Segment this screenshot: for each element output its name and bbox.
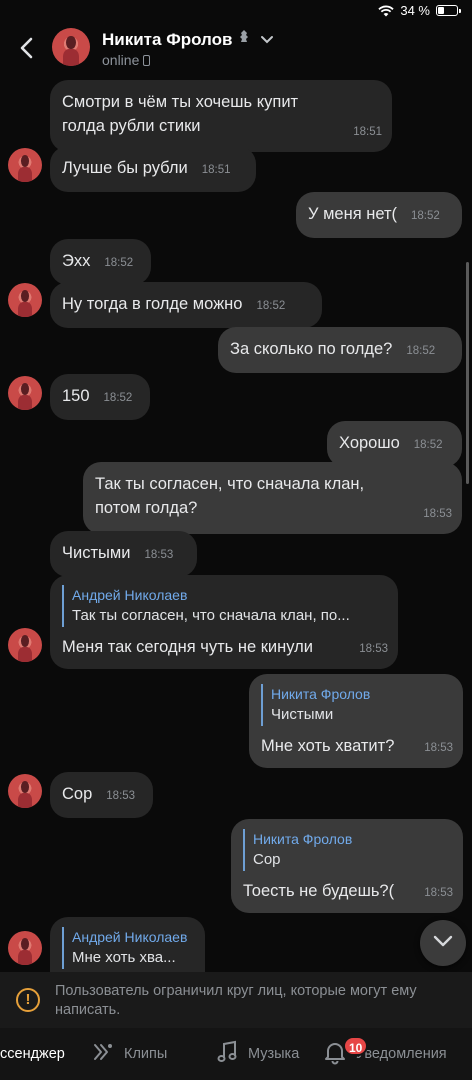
message-text: Смотри в чём ты хочешь купит голда рубли… (62, 93, 299, 135)
reply-author: Андрей Николаев (72, 929, 188, 945)
incoming-message[interactable]: Сор 18:53 (50, 772, 153, 818)
incoming-message[interactable]: Лучше бы рубли 18:51 (50, 146, 256, 192)
outgoing-message[interactable]: Так ты согласен, что сначала клан, потом… (83, 462, 462, 534)
message-text: Чистыми (62, 544, 131, 562)
scroll-down-button[interactable] (420, 920, 466, 966)
tab-music[interactable]: Музыка (214, 1028, 299, 1080)
message-time: 18:53 (424, 742, 453, 754)
tab-notifications-label: Уведомления (356, 1046, 447, 1062)
warning-icon: ! (16, 988, 40, 1012)
sender-avatar[interactable] (8, 376, 42, 410)
tab-clips-label: Клипы (124, 1046, 168, 1062)
message-time: 18:52 (411, 210, 440, 222)
message-time: 18:53 (106, 790, 136, 802)
incoming-message[interactable]: Эхх 18:52 (50, 239, 151, 285)
tab-messenger[interactable]: ссенджер (0, 1028, 65, 1080)
scrollbar[interactable] (466, 262, 469, 484)
message-time: 18:52 (406, 345, 436, 357)
chevron-down-icon (433, 934, 453, 952)
message-time: 18:52 (103, 392, 133, 404)
message-text: У меня нет( (308, 205, 398, 223)
outgoing-message[interactable]: У меня нет( 18:52 (296, 192, 462, 238)
reply-text: Чистыми (271, 706, 334, 723)
tab-clips[interactable]: Клипы (90, 1028, 167, 1080)
message-text: Так ты согласен, что сначала клан, потом… (95, 475, 365, 517)
message-time: 18:53 (144, 549, 174, 561)
sender-avatar[interactable] (8, 628, 42, 662)
message-time: 18:53 (424, 887, 453, 899)
message-text: За сколько по голде? (230, 340, 393, 358)
sender-avatar[interactable] (8, 931, 42, 965)
message-time: 18:52 (104, 257, 134, 269)
outgoing-message[interactable]: Никита Фролов Чистыми 18:53 Мне хоть хватит… (249, 674, 463, 768)
reply-author: Никита Фролов (253, 831, 353, 847)
incoming-message[interactable]: 150 18:52 (50, 374, 150, 420)
incoming-message[interactable]: Андрей Николаев Мне хоть хва... (50, 917, 205, 972)
outgoing-message[interactable]: Хорошо 18:52 (327, 421, 462, 467)
incoming-message[interactable]: Чистыми 18:53 (50, 531, 197, 577)
tab-messenger-label: ссенджер (0, 1046, 65, 1062)
bottom-tab-bar: ссенджер Клипы Музыка Уведомления 10 (0, 1028, 472, 1080)
reply-text: Сор (253, 851, 281, 868)
message-time: 18:51 (201, 164, 231, 176)
clips-icon (90, 1039, 116, 1069)
message-text: Меня так сегодня чуть не кинули (62, 638, 313, 656)
message-text: Тоесть не будешь?( (243, 882, 395, 900)
reply-quote[interactable]: Никита Фролов Сор (243, 829, 451, 871)
outgoing-message[interactable]: За сколько по голде? 18:52 (218, 327, 462, 373)
message-time: 18:53 (359, 643, 388, 655)
sender-avatar[interactable] (8, 774, 42, 808)
incoming-message[interactable]: Ну тогда в голде можно 18:52 (50, 282, 322, 328)
message-text: 150 (62, 387, 90, 405)
reply-quote[interactable]: Андрей Николаев Так ты согласен, что снач… (62, 585, 386, 627)
message-time: 18:52 (413, 439, 443, 451)
message-text: Ну тогда в голде можно (62, 295, 243, 313)
reply-quote[interactable]: Никита Фролов Чистыми (261, 684, 451, 726)
notifications-badge: 10 (343, 1036, 369, 1056)
message-text: Эхх (62, 252, 91, 270)
message-time: 18:51 (353, 126, 382, 138)
incoming-message[interactable]: Смотри в чём ты хочешь купит голда рубли… (50, 80, 392, 152)
sender-avatar[interactable] (8, 148, 42, 182)
outgoing-message[interactable]: Никита Фролов Сор 18:53 Тоесть не будешь?( (231, 819, 463, 913)
message-time: 18:52 (256, 300, 286, 312)
reply-text: Так ты согласен, что сначала клан, по... (72, 607, 350, 624)
sender-avatar[interactable] (8, 283, 42, 317)
message-time: 18:53 (423, 508, 452, 520)
reply-quote[interactable]: Андрей Николаев Мне хоть хва... (62, 927, 193, 969)
music-note-icon (214, 1039, 240, 1069)
message-text: Сор (62, 785, 93, 803)
tab-notifications[interactable]: Уведомления (322, 1028, 447, 1080)
reply-author: Андрей Николаев (72, 587, 188, 603)
restriction-text: Пользователь ограничил круг лиц, которые… (55, 983, 417, 1018)
message-list[interactable]: Смотри в чём ты хочешь купит голда рубли… (0, 0, 472, 972)
tab-music-label: Музыка (248, 1046, 300, 1062)
message-text: Лучше бы рубли (62, 159, 188, 177)
reply-text: Мне хоть хва... (72, 949, 176, 966)
message-text: Мне хоть хватит? (261, 737, 395, 755)
restriction-notice: ! Пользователь ограничил круг лиц, котор… (0, 972, 472, 1028)
reply-author: Никита Фролов (271, 686, 371, 702)
incoming-message[interactable]: Андрей Николаев Так ты согласен, что снач… (50, 575, 398, 669)
message-text: Хорошо (339, 434, 400, 452)
